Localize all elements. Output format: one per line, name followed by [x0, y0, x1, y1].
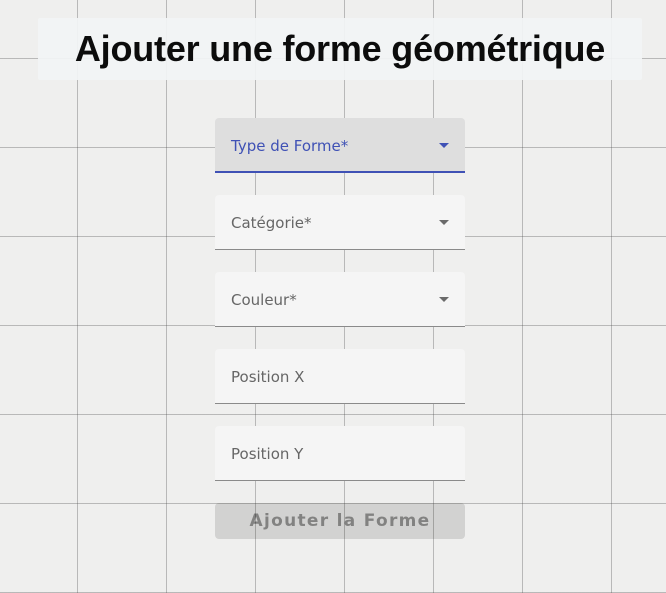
shape-type-label: Type de Forme* — [231, 137, 349, 155]
color-select[interactable]: Couleur* — [215, 272, 465, 327]
position-x-input[interactable] — [215, 349, 465, 403]
position-x-field[interactable]: Position X — [215, 349, 465, 404]
category-select[interactable]: Catégorie* — [215, 195, 465, 250]
position-y-input[interactable] — [215, 426, 465, 480]
page-title: Ajouter une forme géométrique — [74, 28, 606, 69]
category-label: Catégorie* — [231, 214, 312, 232]
dropdown-arrow-icon — [439, 220, 449, 225]
add-shape-form: Type de Forme* Catégorie* Couleur* Posit… — [215, 118, 465, 539]
dropdown-arrow-icon — [439, 297, 449, 302]
position-y-field[interactable]: Position Y — [215, 426, 465, 481]
title-banner: Ajouter une forme géométrique — [38, 18, 642, 80]
shape-type-select[interactable]: Type de Forme* — [215, 118, 465, 173]
add-shape-button[interactable]: Ajouter la Forme — [215, 503, 465, 539]
color-label: Couleur* — [231, 291, 297, 309]
dropdown-arrow-icon — [439, 143, 449, 148]
